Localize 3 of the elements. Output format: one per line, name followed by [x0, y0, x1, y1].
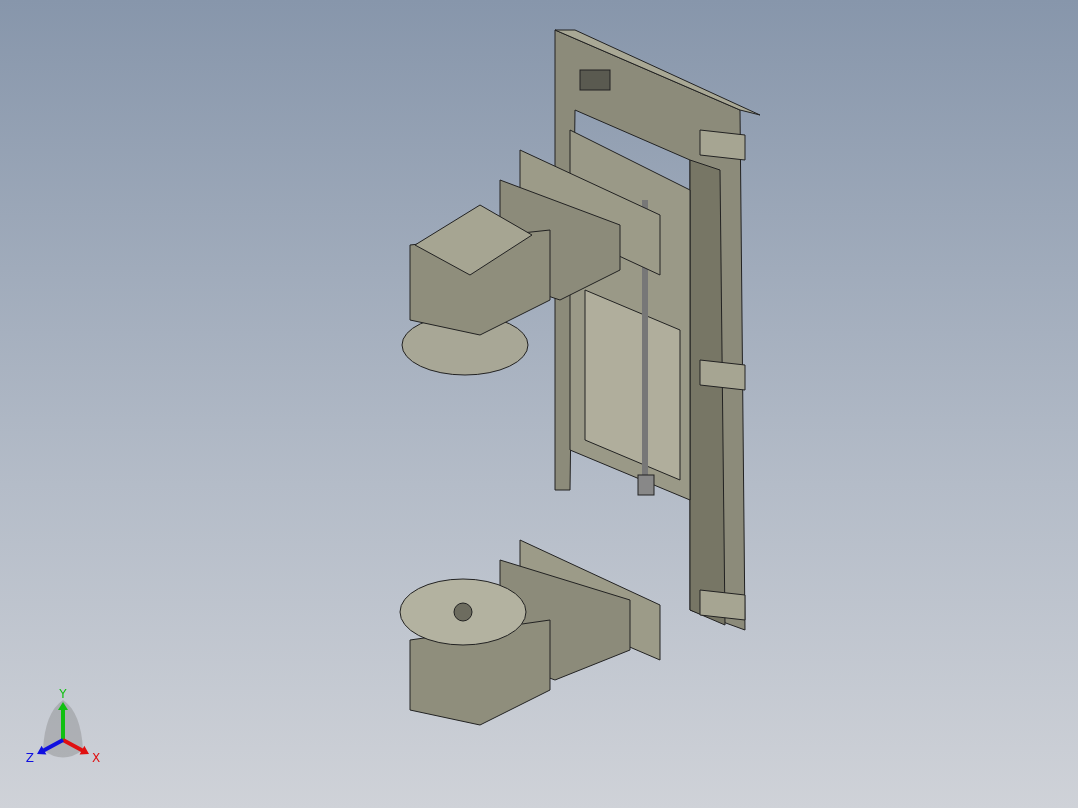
axis-label: Z — [25, 750, 35, 765]
axis-label: X — [91, 750, 101, 765]
axis-label: Y — [59, 687, 67, 701]
